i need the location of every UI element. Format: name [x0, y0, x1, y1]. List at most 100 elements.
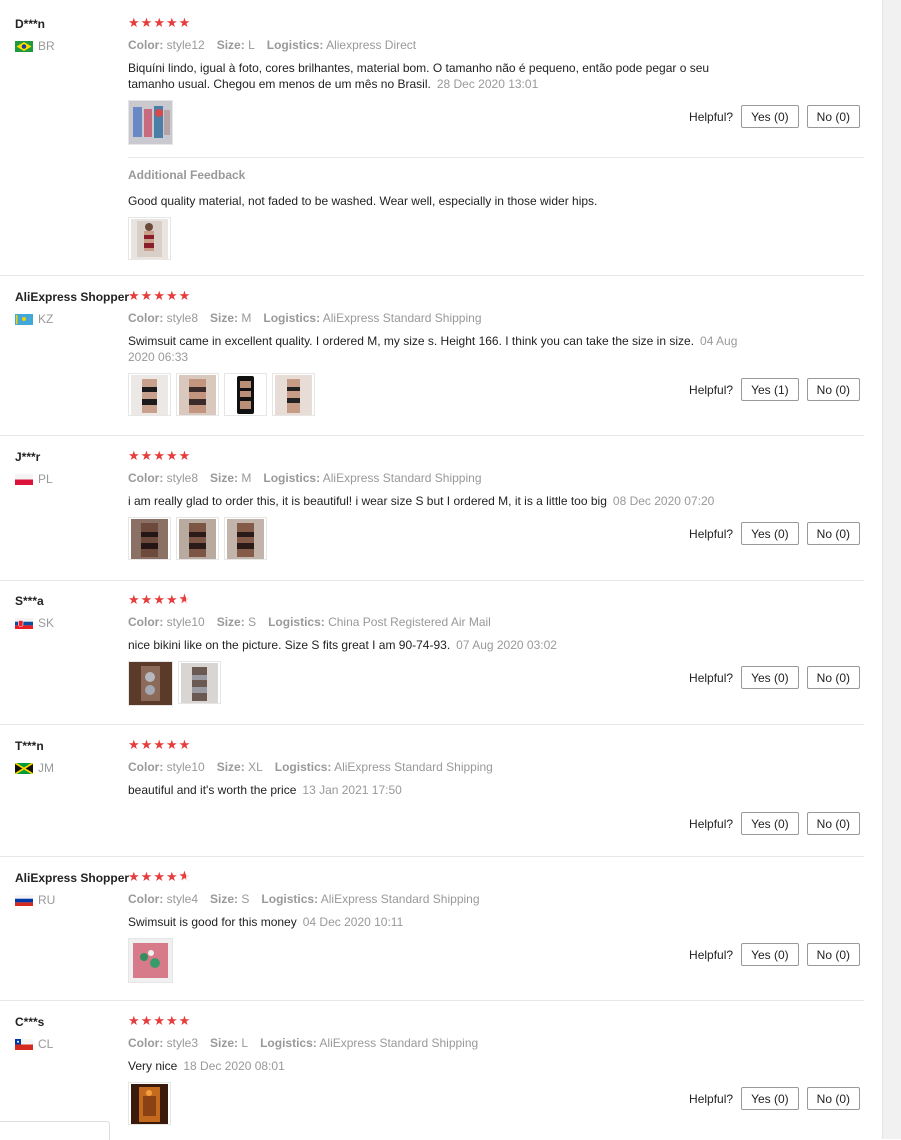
- color-value: style3: [166, 1036, 199, 1050]
- country-code: KZ: [38, 312, 54, 326]
- star-icon: ★: [140, 288, 154, 303]
- star-icon: ★: [140, 1013, 154, 1028]
- star-rating: ★★★★★: [128, 593, 864, 607]
- star-icon: ★: [128, 1013, 141, 1028]
- helpful-yes-button[interactable]: Yes (0): [741, 1087, 799, 1110]
- country-code: CL: [38, 1037, 54, 1051]
- review-photo[interactable]: [224, 373, 267, 416]
- star-icon: ★: [165, 737, 179, 752]
- user-name: D***n: [15, 17, 46, 31]
- order-info: Color: style10 Size: XL Logistics: AliExpr…: [128, 760, 864, 774]
- logistics-label: Logistics:: [263, 471, 321, 485]
- additional-feedback-title: Additional Feedback: [128, 168, 246, 182]
- review-photo[interactable]: [224, 517, 267, 560]
- helpful-label: Helpful?: [689, 526, 734, 541]
- logistics-label: Logistics:: [263, 311, 321, 325]
- helpful-yes-button[interactable]: Yes (1): [741, 378, 799, 401]
- star-icon: ★: [153, 869, 166, 884]
- color-label: Color:: [128, 471, 164, 485]
- review-photo[interactable]: [272, 373, 315, 416]
- review-item: AliExpress Shopper RU ★★★★★ Color: style…: [0, 870, 880, 995]
- review-photos: [128, 1082, 171, 1125]
- helpful-no-button[interactable]: No (0): [806, 812, 860, 835]
- star-rating: ★★★★★: [128, 1014, 864, 1028]
- review-content: ★★★★★ Color: style3 Size: L Logistics: Ali…: [128, 1014, 864, 1125]
- color-label: Color:: [128, 38, 164, 52]
- helpful-no-button[interactable]: No (0): [806, 943, 860, 966]
- review-photos: [128, 373, 315, 416]
- review-content: ★★★★★ Color: style12 Size: L Logistics: Al…: [128, 16, 864, 145]
- review-content: ★★★★★ Color: style10Size: SLogistics: Ch…: [128, 593, 864, 706]
- star-icon: ★: [165, 288, 179, 303]
- review-photo[interactable]: [128, 217, 171, 260]
- star-icon: ★: [165, 1013, 179, 1028]
- size-label: Size:: [210, 892, 239, 906]
- user-info: AliExpress Shopper KZ: [15, 289, 129, 326]
- helpful-no-button[interactable]: No (0): [806, 522, 860, 545]
- size-value: L: [248, 38, 255, 52]
- helpful-yes-button[interactable]: Yes (0): [741, 812, 799, 835]
- helpful-voting: Helpful? Yes (0) No (0): [689, 1087, 860, 1110]
- helpful-yes-button[interactable]: Yes (0): [741, 522, 799, 545]
- review-photo[interactable]: [128, 517, 171, 560]
- helpful-no-button[interactable]: No (0): [806, 105, 860, 128]
- review-item: C***s CL ★★★★★ Color: style3 Size: L Logis…: [0, 1014, 880, 1139]
- review-body: Swimsuit came in excellent quality. I or…: [128, 334, 695, 348]
- review-divider: [0, 724, 864, 725]
- star-rating: ★★★★★: [128, 16, 864, 30]
- logistics-label: Logistics:: [260, 1036, 317, 1050]
- size-label: Size:: [210, 1036, 239, 1050]
- review-photo[interactable]: [178, 661, 221, 704]
- review-content: ★★★★★ Color: style8 Size: M Logistics: Ali…: [128, 449, 864, 560]
- order-info: Color: style12 Size: L Logistics: Aliexpre…: [128, 38, 864, 52]
- helpful-no-button[interactable]: No (0): [806, 378, 860, 401]
- star-icon: ★: [140, 737, 154, 752]
- review-text: Swimsuit is good for this money 04 Dec 20…: [128, 914, 758, 930]
- star-icon: ★: [153, 15, 166, 30]
- country-code: JM: [38, 761, 54, 775]
- review-text: Very nice 18 Dec 2020 08:01: [128, 1058, 758, 1074]
- helpful-yes-button[interactable]: Yes (0): [741, 666, 799, 689]
- additional-photos: [128, 217, 171, 260]
- scrollbar[interactable]: [882, 0, 901, 1139]
- russia-flag-icon: [15, 894, 33, 906]
- user-name: T***n: [15, 739, 44, 753]
- logistics-label: Logistics:: [266, 38, 324, 52]
- star-icon: ★: [140, 15, 154, 30]
- logistics-label: Logistics:: [268, 615, 325, 629]
- review-photo[interactable]: [176, 373, 219, 416]
- review-body: Biquíni lindo, igual à foto, cores brilh…: [128, 61, 710, 91]
- color-label: Color:: [128, 1036, 164, 1050]
- helpful-yes-button[interactable]: Yes (0): [741, 943, 799, 966]
- review-photo[interactable]: [128, 661, 173, 706]
- helpful-no-button[interactable]: No (0): [806, 1087, 860, 1110]
- review-photos: [128, 100, 173, 145]
- user-country: SK: [15, 616, 127, 630]
- logistics-label: Logistics:: [261, 892, 319, 906]
- review-photo[interactable]: [128, 100, 173, 145]
- user-country: JM: [15, 761, 127, 775]
- color-value: style10: [166, 760, 205, 774]
- helpful-voting: Helpful? Yes (0) No (0): [689, 943, 860, 966]
- review-photo[interactable]: [128, 938, 173, 983]
- helpful-yes-button[interactable]: Yes (0): [741, 105, 799, 128]
- star-icon: ★: [128, 869, 141, 884]
- review-content: ★★★★★ Color: style4Size: SLogistics: Ali…: [128, 869, 864, 983]
- review-body: Swimsuit is good for this money: [128, 915, 297, 929]
- review-photo[interactable]: [128, 373, 171, 416]
- color-value: style8: [166, 311, 199, 325]
- additional-feedback: Additional Feedback Good quality materia…: [128, 168, 864, 260]
- color-value: style12: [166, 38, 205, 52]
- review-content: ★★★★★ Color: style10 Size: XL Logistics: A…: [128, 737, 864, 835]
- helpful-voting: Helpful? Yes (1) No (0): [689, 378, 860, 401]
- star-icon: ★: [178, 737, 192, 752]
- color-label: Color:: [128, 615, 164, 629]
- user-country: RU: [15, 893, 127, 907]
- logistics-value: AliExpress Standard Shipping: [334, 760, 493, 774]
- review-photo[interactable]: [176, 517, 219, 560]
- helpful-no-button[interactable]: No (0): [806, 666, 860, 689]
- review-date: 07 Aug 2020 03:02: [456, 638, 557, 652]
- review-text: beautiful and it's worth the price 13 Jan…: [128, 782, 758, 798]
- order-info: Color: style4 Size: S Logistics: AliExpres…: [128, 892, 864, 906]
- review-photo[interactable]: [128, 1082, 171, 1125]
